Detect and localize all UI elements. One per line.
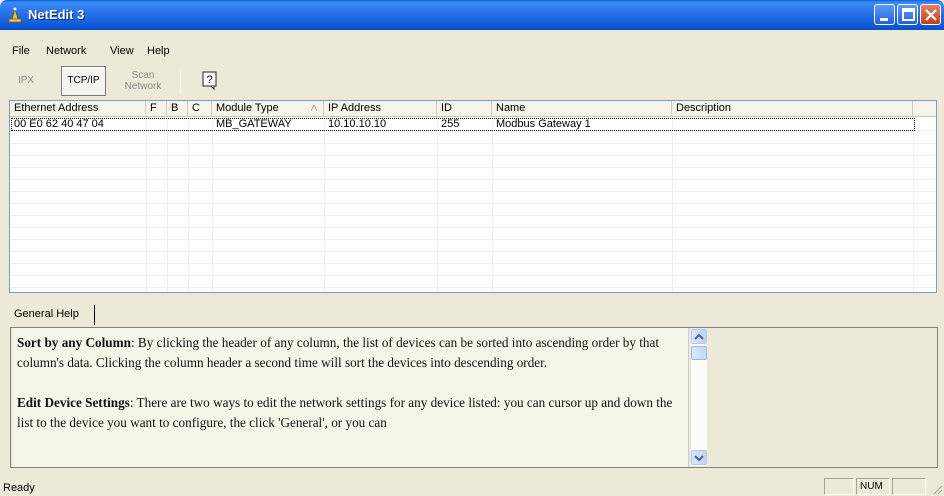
empty-row bbox=[10, 228, 936, 240]
toolbar: IPX TCP/IP Scan Network ? bbox=[0, 63, 944, 98]
netedit-window: NetEdit 3 File Network View Help IPX TCP… bbox=[0, 0, 944, 496]
empty-row bbox=[10, 252, 936, 264]
empty-row bbox=[10, 144, 936, 156]
status-bar: Ready NUM bbox=[0, 475, 944, 496]
scan-network-button[interactable]: Scan Network bbox=[110, 66, 176, 96]
scroll-down-button[interactable] bbox=[691, 450, 707, 465]
sort-arrow-icon bbox=[311, 105, 317, 111]
empty-row bbox=[10, 192, 936, 204]
minimize-button[interactable] bbox=[874, 4, 895, 25]
status-text: Ready bbox=[3, 482, 35, 494]
menu-view[interactable]: View bbox=[110, 45, 134, 57]
menu-help[interactable]: Help bbox=[147, 45, 170, 57]
status-pane-scroll bbox=[892, 478, 926, 495]
help-paragraph-sort: Sort by any Column: By clicking the head… bbox=[17, 333, 684, 373]
menu-network[interactable]: Network bbox=[46, 45, 86, 57]
empty-row bbox=[10, 168, 936, 180]
scroll-thumb[interactable] bbox=[691, 346, 707, 360]
col-f[interactable]: F bbox=[146, 101, 167, 117]
svg-text:?: ? bbox=[206, 74, 212, 86]
col-description[interactable]: Description bbox=[672, 101, 913, 117]
toolbar-separator bbox=[180, 69, 181, 93]
col-id[interactable]: ID bbox=[437, 101, 492, 117]
chevron-up-icon bbox=[694, 333, 704, 340]
help-panel: Sort by any Column: By clicking the head… bbox=[10, 327, 938, 468]
help-heading-edit: Edit Device Settings bbox=[17, 395, 130, 410]
empty-row bbox=[10, 216, 936, 228]
scan-label-line1: Scan bbox=[131, 70, 155, 81]
maximize-icon bbox=[902, 8, 915, 21]
col-name[interactable]: Name bbox=[492, 101, 672, 117]
empty-row bbox=[10, 276, 936, 288]
help-heading-sort: Sort by any Column bbox=[17, 335, 131, 350]
close-button[interactable] bbox=[920, 4, 941, 25]
empty-row bbox=[10, 240, 936, 252]
help-button[interactable]: ? bbox=[196, 66, 222, 96]
help-tabstrip: General Help bbox=[9, 305, 939, 325]
status-pane-num: NUM bbox=[856, 478, 890, 495]
minimize-icon bbox=[880, 18, 888, 21]
help-scrollbar[interactable] bbox=[691, 329, 707, 466]
empty-row bbox=[10, 156, 936, 168]
menu-bar: File Network View Help bbox=[0, 42, 944, 60]
chevron-down-icon bbox=[694, 455, 704, 462]
empty-row bbox=[10, 264, 936, 276]
menu-file[interactable]: File bbox=[12, 45, 30, 57]
scan-label-line2: Network bbox=[124, 80, 162, 92]
col-ethernet-address[interactable]: Ethernet Address bbox=[10, 101, 146, 117]
maximize-button[interactable] bbox=[897, 4, 918, 25]
help-text: Sort by any Column: By clicking the head… bbox=[13, 328, 689, 467]
empty-row bbox=[10, 180, 936, 192]
empty-row bbox=[10, 204, 936, 216]
help-paragraph-edit: Edit Device Settings: There are two ways… bbox=[17, 393, 684, 433]
col-module-type-label: Module Type bbox=[216, 102, 279, 114]
tcpip-button[interactable]: TCP/IP bbox=[61, 66, 106, 96]
ipx-button[interactable]: IPX bbox=[12, 66, 40, 96]
scroll-up-button[interactable] bbox=[691, 329, 707, 344]
tab-general-help[interactable]: General Help bbox=[9, 305, 95, 325]
device-grid[interactable]: Ethernet Address F B C Module Type IP Ad… bbox=[9, 100, 937, 293]
close-icon bbox=[925, 9, 937, 21]
grid-header: Ethernet Address F B C Module Type IP Ad… bbox=[10, 101, 936, 117]
resize-grip-icon[interactable] bbox=[931, 483, 943, 495]
title-bar[interactable]: NetEdit 3 bbox=[0, 0, 944, 30]
col-ip-address[interactable]: IP Address bbox=[324, 101, 437, 117]
row-focus-rect bbox=[11, 118, 915, 131]
col-b[interactable]: B bbox=[167, 101, 188, 117]
col-c[interactable]: C bbox=[188, 101, 212, 117]
window-title: NetEdit 3 bbox=[28, 7, 85, 22]
col-module-type[interactable]: Module Type bbox=[212, 101, 324, 117]
empty-row bbox=[10, 132, 936, 144]
status-pane-caps bbox=[824, 478, 854, 495]
app-icon bbox=[6, 6, 24, 24]
help-icon: ? bbox=[202, 71, 217, 91]
